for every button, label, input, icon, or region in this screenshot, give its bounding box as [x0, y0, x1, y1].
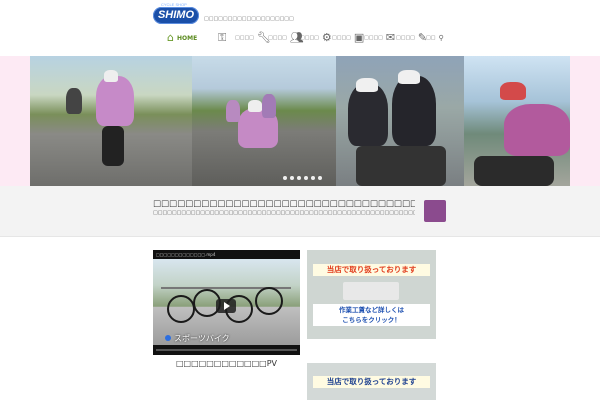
bicycle-wheel [167, 295, 195, 323]
video-overlay-text: スポーツバイク [174, 334, 230, 343]
helmet [104, 70, 118, 82]
cyclist-figure [226, 100, 240, 122]
cyclist-figure [504, 104, 570, 156]
logo-subtext: CYCLE SHOP [161, 2, 187, 7]
gear-icon: ⚙ [321, 31, 332, 44]
nav-item-label: □□ [426, 35, 436, 41]
logo-text: SHIMO [157, 9, 195, 21]
nav-item-gear[interactable]: □□□□ ⚙ [300, 30, 332, 46]
nav-item-search[interactable]: □□ ⚲ [426, 30, 444, 46]
key-icon: ⚿ [218, 31, 227, 44]
video-progress-bar[interactable] [156, 349, 297, 351]
main-nav: ⌂ HOME ⚿ □□□□ 🔧︎ □□□□ 👥︎ □□□□ ⚙ □□□□ ▣ □… [160, 30, 450, 46]
cyclist-figure [348, 84, 388, 146]
nav-item-people[interactable]: □□□□ 👥︎ [268, 30, 304, 46]
slider-dot[interactable] [297, 176, 301, 180]
bicycle-wheel [255, 287, 283, 315]
banner-button[interactable] [424, 200, 446, 222]
search-icon: ⚲ [438, 34, 444, 42]
bicycle [474, 156, 554, 186]
site-logo[interactable]: CYCLE SHOP SHIMO [153, 2, 199, 24]
nav-item-wrench[interactable]: □□□□ 🔧︎ [235, 30, 271, 46]
promo-banner[interactable]: 当店で取り扱っております 作業工賃など詳しくは こちらをクリック！ [307, 250, 436, 339]
helmet [248, 100, 262, 112]
promo-subline-2: こちらをクリック！ [342, 316, 401, 324]
helmet [500, 82, 526, 100]
nav-item-label: □□□□ [300, 35, 319, 41]
slider-pagination [283, 176, 322, 180]
nav-item-mail[interactable]: □□□□ ✉ [364, 30, 395, 46]
bicycle [102, 126, 124, 166]
slider-dot[interactable] [318, 176, 322, 180]
promo-headline: 当店で取り扱っております [313, 264, 430, 276]
slider-dot[interactable] [311, 176, 315, 180]
nav-item-label: □□□□ [235, 35, 254, 41]
promo-image [343, 282, 399, 300]
slider-dot[interactable] [290, 176, 294, 180]
cyclist-figure [96, 76, 134, 126]
promo-subline-1: 作業工賃など詳しくは [339, 306, 404, 314]
nav-item-label: HOME [176, 34, 198, 42]
mail-icon: ✉ [385, 31, 396, 44]
home-icon: ⌂ [167, 31, 174, 44]
banner-title: □□□□□□□□□□□□□□□□□□□□□□□□□□□□□□□□□□□□□□□□… [153, 199, 415, 209]
slide-image-3 [336, 56, 464, 186]
banner-description: □□□□□□□□□□□□□□□□□□□□□□□□□□□□□□□□□□□□□□□□… [153, 210, 415, 216]
video-overlay-label: スポーツバイク [165, 333, 230, 344]
helmet [356, 78, 378, 92]
slider-dot[interactable] [304, 176, 308, 180]
bicycle [356, 146, 446, 186]
slide-image-4 [464, 56, 570, 186]
site-tagline: □□□□□□□□□□□□□□□□□□□ [204, 16, 294, 22]
nav-item-label: □□□□ [396, 35, 415, 41]
nav-item-home[interactable]: ⌂ HOME [167, 30, 197, 46]
video-title: □□□□□□□□□□□□□.mp4 [153, 250, 300, 259]
play-button[interactable] [216, 299, 236, 313]
nav-item-label: □□□□ [332, 35, 351, 41]
video-thumbnail: スポーツバイク [153, 259, 300, 345]
cyclist-figure [66, 88, 82, 114]
video-controls[interactable] [153, 345, 300, 355]
cyclist-figure [392, 76, 436, 146]
nav-item-key[interactable]: ⚿ [218, 30, 226, 46]
promo-banner-2[interactable]: 当店で取り扱っております [307, 363, 436, 400]
slide-image-2 [192, 56, 336, 186]
bag-icon: ▣ [353, 31, 365, 44]
promo-headline: 当店で取り扱っております [313, 376, 430, 388]
promo-cta: 作業工賃など詳しくは こちらをクリック！ [313, 304, 430, 326]
bullet-icon [165, 335, 171, 341]
nav-item-bag[interactable]: □□□□ ▣ [332, 30, 364, 46]
helmet [398, 70, 420, 84]
cyclist-figure [262, 94, 276, 118]
slider-dot[interactable] [283, 176, 287, 180]
slide-image-1 [30, 56, 192, 186]
video-player[interactable]: □□□□□□□□□□□□□.mp4 スポーツバイク [153, 250, 300, 355]
nav-item-edit[interactable]: □□□□ ✎ [396, 30, 427, 46]
video-caption: □□□□□□□□□□□□PV [176, 359, 277, 368]
hero-slider[interactable] [30, 56, 570, 186]
nav-item-label: □□□□ [268, 35, 287, 41]
nav-item-label: □□□□ [364, 35, 383, 41]
